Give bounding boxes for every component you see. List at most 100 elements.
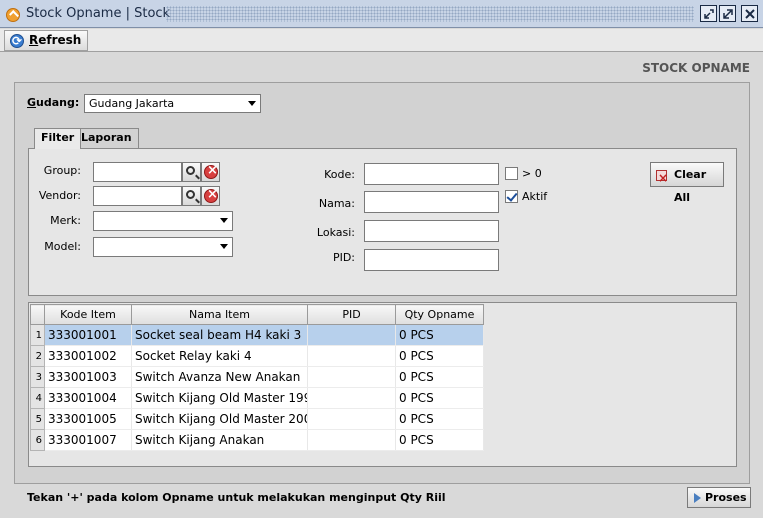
proses-button[interactable]: Proses [687, 487, 751, 508]
cell-pid[interactable] [307, 366, 396, 388]
tab-filter[interactable]: Filter [34, 128, 82, 149]
cell-qty-opname[interactable]: 0 PCS [395, 408, 484, 430]
cell-nama-item-text: Socket Relay kaki 4 [135, 349, 252, 363]
cell-nama-item[interactable]: Switch Kijang Old Master 1997 [131, 387, 308, 409]
cell-kode-item[interactable]: 333001007 [44, 429, 132, 451]
search-icon [186, 190, 195, 199]
window-titlebar: Stock Opname | Stock [0, 0, 763, 28]
cell-qty-opname[interactable]: 0 PCS [395, 366, 484, 388]
play-icon [694, 493, 701, 503]
tab-laporan-label: Laporan [81, 131, 132, 144]
vendor-search-button[interactable] [182, 186, 201, 206]
window-title: Stock Opname | Stock [26, 6, 171, 21]
cell-pid[interactable] [307, 345, 396, 367]
cell-qty-opname[interactable]: 0 PCS [395, 387, 484, 409]
cell-kode-item[interactable]: 333001005 [44, 408, 132, 430]
cell-nama-item-text: Switch Kijang Old Master 1997 [135, 391, 307, 405]
group-clear-button[interactable] [201, 162, 220, 182]
cell-pid[interactable] [307, 408, 396, 430]
close-button[interactable] [741, 5, 758, 22]
app-icon [6, 8, 20, 22]
maximize-icon [723, 9, 733, 19]
kode-field[interactable] [364, 163, 499, 185]
lokasi-field[interactable] [364, 220, 499, 242]
gt-zero-checkbox[interactable] [505, 167, 518, 180]
row-number: 6 [30, 429, 45, 451]
kode-label: Kode: [324, 168, 355, 181]
aktif-checkbox[interactable] [505, 190, 518, 203]
close-icon [745, 9, 755, 19]
vendor-label: Vendor: [38, 189, 81, 202]
merk-select[interactable] [93, 211, 233, 231]
pid-field[interactable] [364, 249, 499, 271]
chevron-down-icon [220, 218, 228, 223]
tab-laporan[interactable]: Laporan [74, 128, 139, 148]
cell-nama-item[interactable]: Socket Relay kaki 4 [131, 345, 308, 367]
cell-nama-item-text: Socket seal beam H4 kaki 3 [135, 328, 302, 342]
restore-icon [704, 9, 714, 19]
gudang-label-text: udang: [36, 96, 80, 109]
toolbar: Refresh [0, 29, 763, 52]
cell-kode-item[interactable]: 333001002 [44, 345, 132, 367]
cell-kode-item[interactable]: 333001001 [44, 324, 132, 346]
clear-icon [204, 187, 218, 203]
gudang-label: Gudang: [27, 96, 79, 109]
refresh-icon [10, 32, 24, 51]
column-header-qty-opname[interactable]: Qty Opname [395, 304, 484, 325]
row-number: 5 [30, 408, 45, 430]
nama-field[interactable] [364, 191, 499, 213]
cell-nama-item-text: Switch Avanza New Anakan [135, 370, 301, 384]
cell-nama-item[interactable]: Switch Avanza New Anakan [131, 366, 308, 388]
table-row[interactable]: 2 333001002 Socket Relay kaki 4 0 PCS [30, 345, 484, 367]
cell-qty-opname[interactable]: 0 PCS [395, 345, 484, 367]
vendor-field[interactable] [93, 186, 182, 206]
cell-qty-opname[interactable]: 0 PCS [395, 324, 484, 346]
group-search-button[interactable] [182, 162, 201, 182]
cell-pid[interactable] [307, 387, 396, 409]
row-number-header [30, 304, 45, 325]
cell-nama-item-text: Switch Kijang Old Master 2000 [135, 412, 307, 426]
lokasi-label: Lokasi: [316, 226, 355, 239]
titlebar-drag-area[interactable] [166, 6, 694, 22]
table-row[interactable]: 4 333001004 Switch Kijang Old Master 199… [30, 387, 484, 409]
gudang-select[interactable]: Gudang Jakarta [84, 94, 261, 113]
clear-all-button[interactable]: Clear All [650, 162, 724, 204]
refresh-button[interactable]: Refresh [4, 30, 89, 51]
cell-nama-item[interactable]: Switch Kijang Old Master 2000 [131, 408, 308, 430]
cell-nama-item[interactable]: Switch Kijang Anakan [131, 429, 308, 451]
gt-zero-label: > 0 [522, 167, 542, 180]
refresh-label: efresh [38, 33, 82, 47]
table-row[interactable]: 5 333001005 Switch Kijang Old Master 200… [30, 408, 484, 430]
group-label: Group: [43, 164, 81, 177]
gudang-accel: G [27, 96, 37, 109]
restore-button[interactable] [700, 5, 717, 22]
group-field[interactable] [93, 162, 182, 182]
cell-pid[interactable] [307, 324, 396, 346]
footer-hint: Tekan '+' pada kolom Opname untuk melaku… [27, 491, 446, 504]
model-select[interactable] [93, 237, 233, 257]
page-title: STOCK OPNAME [642, 61, 750, 75]
column-header-nama-item[interactable]: Nama Item [131, 304, 308, 325]
column-header-pid[interactable]: PID [307, 304, 396, 325]
model-label: Model: [44, 240, 81, 253]
vendor-clear-button[interactable] [201, 186, 220, 206]
table-row[interactable]: 1 333001001 Socket seal beam H4 kaki 3 0… [30, 324, 484, 346]
gudang-selected: Gudang Jakarta [89, 97, 175, 110]
column-header-kode-item[interactable]: Kode Item [44, 304, 132, 325]
cell-kode-item[interactable]: 333001003 [44, 366, 132, 388]
table-row[interactable]: 3 333001003 Switch Avanza New Anakan 0 P… [30, 366, 484, 388]
clear-icon [204, 163, 218, 179]
clear-icon [656, 167, 668, 190]
maximize-button[interactable] [719, 5, 736, 22]
cell-qty-opname[interactable]: 0 PCS [395, 429, 484, 451]
chevron-down-icon [220, 244, 228, 249]
pid-label: PID: [332, 251, 355, 264]
row-number: 1 [30, 324, 45, 346]
cell-kode-item[interactable]: 333001004 [44, 387, 132, 409]
cell-nama-item[interactable]: Socket seal beam H4 kaki 3 [131, 324, 308, 346]
tab-filter-label: Filter [41, 131, 75, 144]
search-icon [186, 166, 195, 175]
cell-pid[interactable] [307, 429, 396, 451]
row-number: 2 [30, 345, 45, 367]
table-row[interactable]: 6 333001007 Switch Kijang Anakan 0 PCS [30, 429, 484, 451]
